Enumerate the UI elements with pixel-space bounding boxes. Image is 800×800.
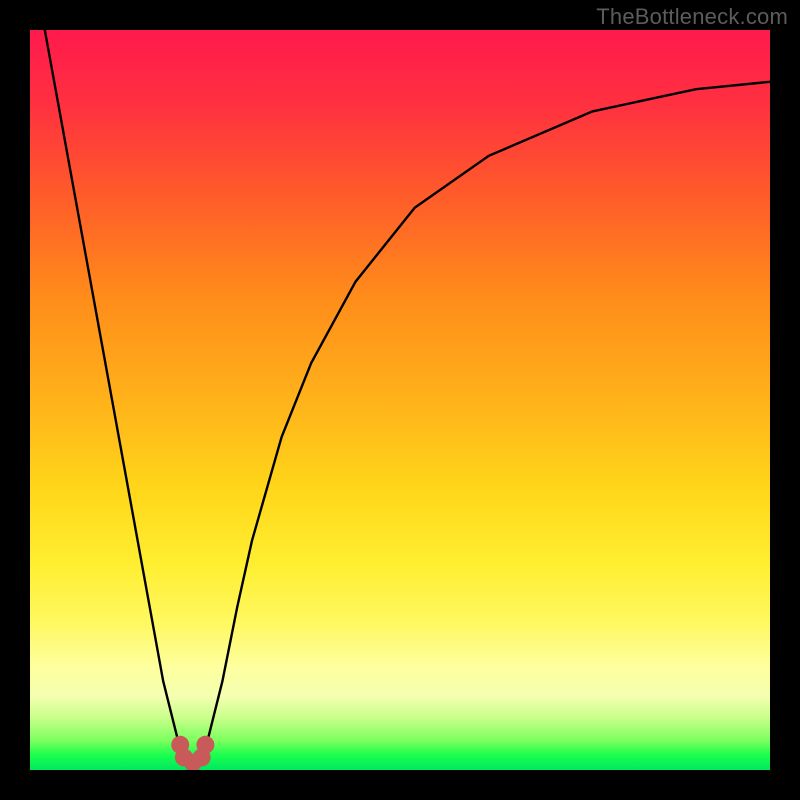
- watermark-text: TheBottleneck.com: [596, 4, 788, 30]
- plot-area: [30, 30, 770, 770]
- bottleneck-curve-path: [45, 30, 770, 763]
- dip-marker-right-2: [196, 736, 214, 754]
- dip-markers-group: [171, 736, 214, 770]
- chart-frame: TheBottleneck.com: [0, 0, 800, 800]
- curve-svg: [30, 30, 770, 770]
